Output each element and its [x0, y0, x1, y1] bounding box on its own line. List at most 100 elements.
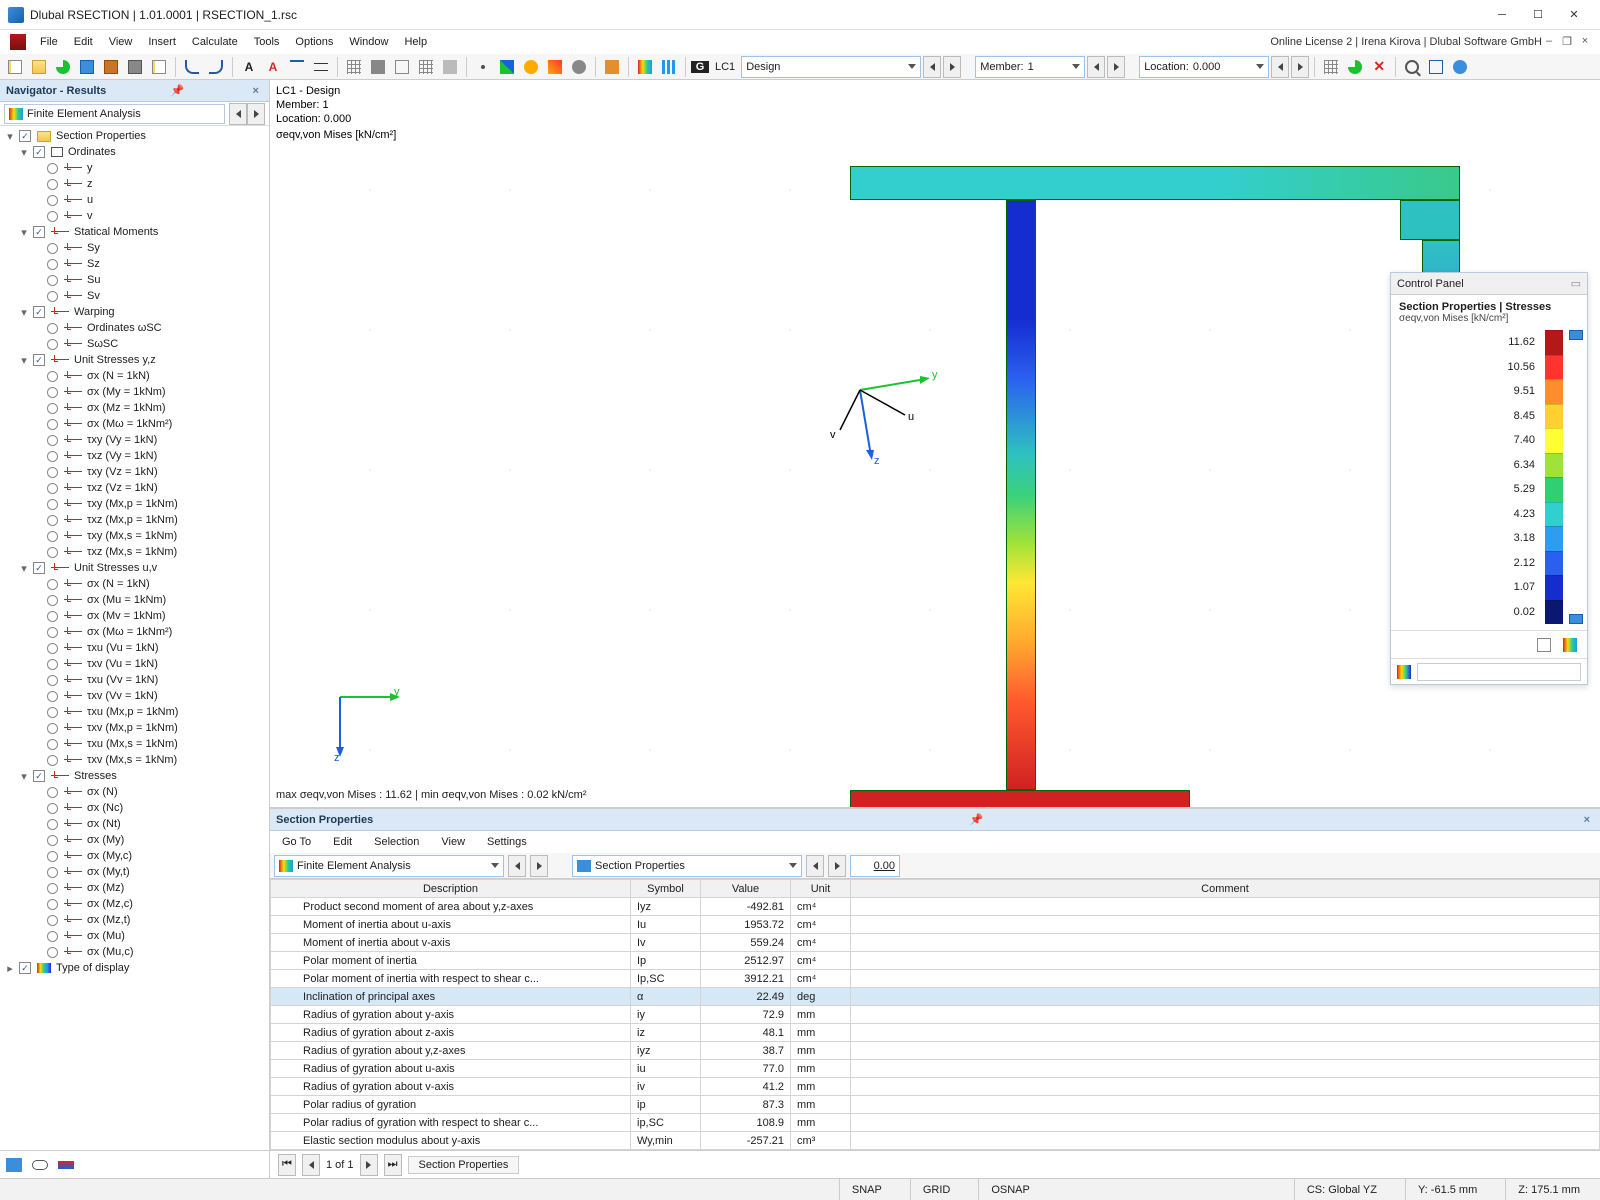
location-prev[interactable]: [1271, 56, 1289, 78]
panel-tab-results-icon[interactable]: [58, 1161, 74, 1169]
dimension-button[interactable]: [310, 56, 332, 78]
location-next[interactable]: [1291, 56, 1309, 78]
table-row[interactable]: Radius of gyration about y-axisiy72.9mm: [271, 1006, 1600, 1024]
status-grid[interactable]: GRID: [910, 1179, 963, 1200]
tree-item[interactable]: ▾✓Warping: [0, 304, 269, 320]
table-row[interactable]: Radius of gyration about z-axisiz48.1mm: [271, 1024, 1600, 1042]
tree-item[interactable]: τxu (Vu = 1kN): [0, 640, 269, 656]
table-row[interactable]: Polar moment of inertiaIp2512.97cm⁴: [271, 952, 1600, 970]
tree-item[interactable]: σx (Nt): [0, 816, 269, 832]
member-select[interactable]: Member: 1: [975, 56, 1085, 78]
mdi-close-icon[interactable]: ×: [1578, 35, 1592, 49]
table-row[interactable]: Radius of gyration about y,z-axesiyz38.7…: [271, 1042, 1600, 1060]
table-tab[interactable]: Section Properties: [408, 1156, 520, 1174]
table-header[interactable]: Description: [271, 880, 631, 898]
table-panel-close-icon[interactable]: ×: [1580, 814, 1594, 826]
tree-item[interactable]: σx (My = 1kNm): [0, 384, 269, 400]
page-last[interactable]: ⏭: [384, 1154, 402, 1176]
member-prev[interactable]: [1087, 56, 1105, 78]
line-button[interactable]: [286, 56, 308, 78]
menu-window[interactable]: Window: [341, 34, 396, 50]
table-category-next[interactable]: [828, 855, 846, 877]
tree-item[interactable]: τxz (Vy = 1kN): [0, 448, 269, 464]
table-header[interactable]: Unit: [791, 880, 851, 898]
tree-item[interactable]: τxu (Vv = 1kN): [0, 672, 269, 688]
page-next[interactable]: [360, 1154, 378, 1176]
table-header[interactable]: Symbol: [631, 880, 701, 898]
tree-item[interactable]: σx (N = 1kN): [0, 368, 269, 384]
tree-item[interactable]: z: [0, 176, 269, 192]
menu-options[interactable]: Options: [287, 34, 341, 50]
control-panel[interactable]: Control Panel ▭ Section Properties | Str…: [1390, 272, 1588, 685]
tree-item[interactable]: σx (My,c): [0, 848, 269, 864]
table-row[interactable]: Polar radius of gyrationip87.3mm: [271, 1096, 1600, 1114]
font-button[interactable]: A: [238, 56, 260, 78]
settings-gear-button[interactable]: [568, 56, 590, 78]
mesh-toggle-button[interactable]: [1320, 56, 1342, 78]
font-red-button[interactable]: A: [262, 56, 284, 78]
tree-item[interactable]: σx (N): [0, 784, 269, 800]
redo-button[interactable]: [205, 56, 227, 78]
tree-item[interactable]: Su: [0, 272, 269, 288]
new-button[interactable]: [4, 56, 26, 78]
table-row[interactable]: Polar moment of inertia with respect to …: [271, 970, 1600, 988]
chart-button[interactable]: [658, 56, 680, 78]
view-iso-button[interactable]: [439, 56, 461, 78]
reload-button[interactable]: [52, 56, 74, 78]
tree-item[interactable]: Ordinates ωSC: [0, 320, 269, 336]
table-row[interactable]: Product second moment of area about y,z-…: [271, 898, 1600, 916]
menu-tools[interactable]: Tools: [246, 34, 288, 50]
tree-item[interactable]: σx (N = 1kN): [0, 576, 269, 592]
minimize-button[interactable]: ─: [1484, 3, 1520, 27]
mdi-minimize-icon[interactable]: –: [1542, 35, 1556, 49]
tree-item[interactable]: Sy: [0, 240, 269, 256]
tree-item[interactable]: σx (Nc): [0, 800, 269, 816]
tree-item[interactable]: σx (Mu = 1kNm): [0, 592, 269, 608]
table-value-input[interactable]: 0.00: [850, 855, 900, 877]
tree-item[interactable]: τxv (Vu = 1kN): [0, 656, 269, 672]
member-next[interactable]: [1107, 56, 1125, 78]
tree-item[interactable]: σx (Mz,t): [0, 912, 269, 928]
tree-item[interactable]: σx (Mω = 1kNm²): [0, 416, 269, 432]
table-category-select[interactable]: Section Properties: [572, 855, 802, 877]
legend-copy-button[interactable]: [1533, 634, 1555, 656]
tree-item[interactable]: τxu (Mx,p = 1kNm): [0, 704, 269, 720]
loadcase-next[interactable]: [943, 56, 961, 78]
gradient-button[interactable]: [634, 56, 656, 78]
table-row[interactable]: Moment of inertia about u-axisIu1953.72c…: [271, 916, 1600, 934]
open-button[interactable]: [28, 56, 50, 78]
menu-help[interactable]: Help: [396, 34, 435, 50]
window-list-button[interactable]: [1425, 56, 1447, 78]
view-wire-button[interactable]: [391, 56, 413, 78]
panel-close-icon[interactable]: ×: [249, 85, 263, 97]
stress-wand-button[interactable]: [544, 56, 566, 78]
table-row[interactable]: Polar radius of gyration with respect to…: [271, 1114, 1600, 1132]
table-row[interactable]: Moment of inertia about v-axisIv559.24cm…: [271, 934, 1600, 952]
tree-item[interactable]: ▾✓Unit Stresses y,z: [0, 352, 269, 368]
table-menu-selection[interactable]: Selection: [370, 834, 423, 850]
tree-item[interactable]: v: [0, 208, 269, 224]
table-analysis-select[interactable]: Finite Element Analysis: [274, 855, 504, 877]
tree-item[interactable]: ▾✓Stresses: [0, 768, 269, 784]
tree-item[interactable]: τxv (Vv = 1kN): [0, 688, 269, 704]
table-category-prev[interactable]: [806, 855, 824, 877]
loadcase-prev[interactable]: [923, 56, 941, 78]
tree-item[interactable]: u: [0, 192, 269, 208]
view-mesh-button[interactable]: [415, 56, 437, 78]
tree-item[interactable]: τxz (Mx,p = 1kNm): [0, 512, 269, 528]
tree-item[interactable]: σx (Mu): [0, 928, 269, 944]
axis-toggle-button[interactable]: [496, 56, 518, 78]
layers-button[interactable]: [601, 56, 623, 78]
tree-item[interactable]: τxv (Mx,s = 1kNm): [0, 752, 269, 768]
table-row[interactable]: Radius of gyration about u-axisiu77.0mm: [271, 1060, 1600, 1078]
table-menu-view[interactable]: View: [437, 834, 469, 850]
panel-tab-views-icon[interactable]: [32, 1160, 48, 1170]
menu-calculate[interactable]: Calculate: [184, 34, 246, 50]
tree-item[interactable]: σx (Mz = 1kNm): [0, 400, 269, 416]
navigator-analysis-prev[interactable]: [229, 103, 247, 125]
probe-button[interactable]: [520, 56, 542, 78]
page-prev[interactable]: [302, 1154, 320, 1176]
table-menu-settings[interactable]: Settings: [483, 834, 531, 850]
refresh-calc-button[interactable]: [1344, 56, 1366, 78]
view-solid-button[interactable]: [367, 56, 389, 78]
